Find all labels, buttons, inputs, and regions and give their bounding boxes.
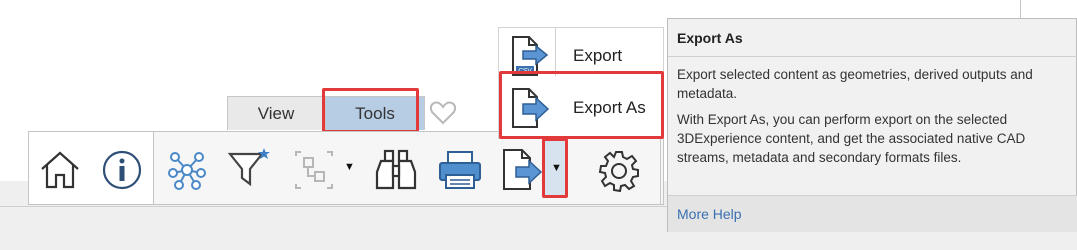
tooltip-details: With Export As, you can perform export o… bbox=[677, 112, 1026, 165]
print-button[interactable] bbox=[436, 146, 484, 194]
tab-tools[interactable]: Tools bbox=[325, 96, 425, 130]
menu-item-export-as[interactable]: Export As bbox=[499, 82, 663, 134]
printer-icon bbox=[439, 151, 481, 189]
tab-view[interactable]: View bbox=[227, 96, 325, 130]
search-button[interactable] bbox=[372, 146, 420, 194]
tooltip-description: Export selected content as geometries, d… bbox=[677, 67, 1033, 101]
settings-button[interactable] bbox=[595, 146, 643, 194]
menu-item-export-label: Export bbox=[573, 46, 623, 65]
heart-icon[interactable] bbox=[428, 98, 458, 128]
structure-icon bbox=[295, 151, 333, 189]
relations-button[interactable] bbox=[163, 146, 211, 194]
home-icon bbox=[41, 151, 79, 189]
home-button[interactable] bbox=[36, 146, 84, 194]
info-button[interactable] bbox=[98, 146, 146, 194]
info-icon bbox=[102, 150, 142, 190]
more-help-link[interactable]: More Help bbox=[677, 206, 742, 222]
menu-item-export[interactable]: CSV Export bbox=[499, 30, 663, 82]
structure-dropdown-arrow[interactable]: ▼ bbox=[344, 162, 355, 173]
filter-icon bbox=[227, 148, 270, 187]
binoculars-icon bbox=[375, 149, 417, 190]
export-menu: CSV Export Export As bbox=[498, 27, 664, 139]
csv-badge: CSV bbox=[518, 68, 532, 75]
tooltip-panel: Export As Export selected content as geo… bbox=[667, 18, 1077, 232]
structure-button[interactable] bbox=[290, 146, 338, 194]
menu-divider bbox=[555, 28, 556, 76]
gear-icon bbox=[598, 151, 639, 192]
tooltip-footer: More Help bbox=[668, 195, 1077, 232]
toolbar-separator bbox=[660, 132, 661, 204]
export-csv-icon: CSV bbox=[512, 36, 549, 76]
export-as-icon bbox=[512, 88, 550, 128]
export-dropdown-button[interactable]: ▼ bbox=[542, 138, 568, 198]
export-dropdown-arrow: ▼ bbox=[551, 162, 562, 174]
menu-item-export-as-label: Export As bbox=[573, 98, 646, 117]
export-icon bbox=[503, 149, 543, 190]
tooltip-title: Export As bbox=[668, 19, 1077, 57]
filter-button[interactable] bbox=[225, 144, 273, 192]
tab-strip: View Tools bbox=[227, 96, 425, 132]
export-button[interactable] bbox=[497, 146, 545, 194]
network-icon bbox=[168, 152, 206, 190]
